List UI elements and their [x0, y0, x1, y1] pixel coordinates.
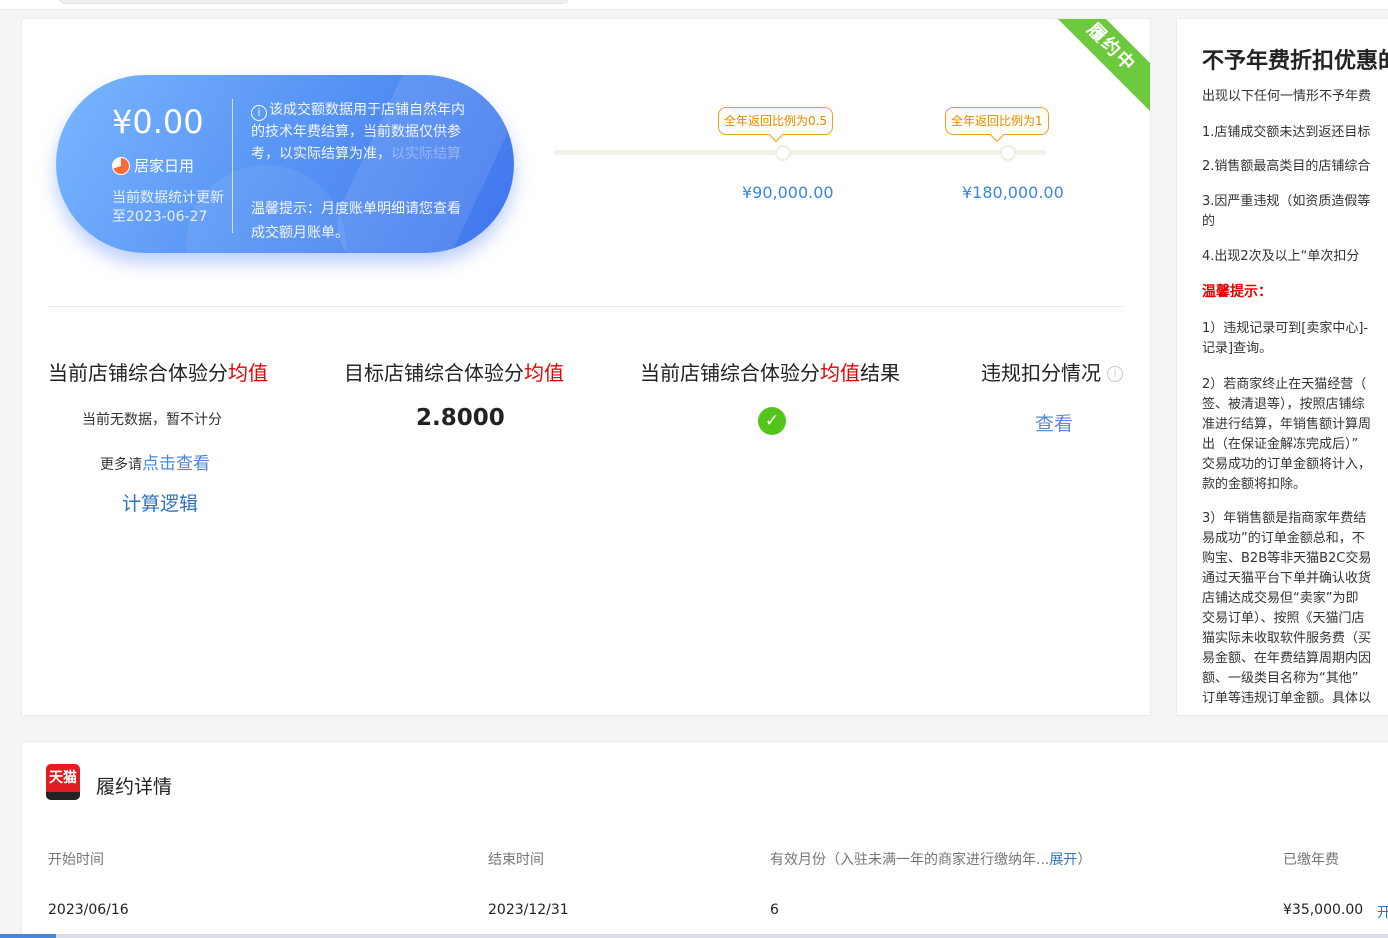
tip-line: 订单等违规订单金额。具体以: [1202, 691, 1372, 706]
rule-item: 4.出现2次及以上“单次扣分: [1202, 249, 1360, 264]
fulfillment-title: 履约详情: [96, 776, 173, 798]
tip-line: 出（在保证金解冻完成后）”: [1202, 437, 1359, 452]
horizontal-scrollbar[interactable]: [0, 934, 1388, 938]
score-result-title: 当前店铺综合体验分均值结果: [640, 357, 900, 386]
current-score-title-highlight: 均值: [228, 361, 268, 385]
tip-line: 签、被清退等），按照店铺综: [1202, 397, 1365, 412]
tip-line: 记录]查询。: [1202, 341, 1273, 356]
more-info: 更多请点击查看: [100, 449, 210, 474]
section-divider: [48, 306, 1124, 307]
violation-title-text: 违规扣分情况: [981, 361, 1101, 385]
discount-rules-panel: 不予年费折扣优惠的 出现以下任何一情形不予年费 1.店铺成交额未达到返还目标 2…: [1176, 18, 1388, 716]
milestone-tag-1: 全年返回比例为0.5: [718, 107, 834, 135]
expand-link[interactable]: 展开: [1049, 852, 1077, 868]
tip-line: 猫实际未收取软件服务费（买: [1202, 631, 1372, 646]
rule-item: 的: [1202, 214, 1216, 229]
milestone-value-2: ¥180,000.00: [962, 183, 1064, 202]
rule-item: 2.销售额最高类目的店铺综合: [1202, 159, 1371, 174]
info-note: i 该成交额数据用于店铺自然年内的技术年费结算，当前数据仅供参考，以实际结算为准，…: [251, 99, 473, 165]
capsule-divider: [232, 99, 233, 233]
info-icon: i: [251, 105, 267, 121]
cell-start-time: 2023/06/16: [48, 902, 129, 918]
tip-line: 额、一级类目名称为“其他”: [1202, 671, 1359, 686]
tmall-logo: 天猫: [46, 764, 80, 800]
tip-line: 3）年销售额是指商家年费结: [1202, 511, 1367, 526]
milestone-value-1: ¥90,000.00: [742, 183, 834, 202]
cell-paid-fee: ¥35,000.00: [1283, 902, 1364, 918]
annual-fee-card: 履约中 ¥0.00 居家日用 当前数据统计更新至2023-06-27 i 该成交额…: [21, 18, 1151, 716]
help-icon[interactable]: i: [1107, 366, 1123, 382]
tip-block-2: 2）若商家终止在天猫经营（ 签、被清退等），按照店铺综 准进行结算，年销售额计算…: [1202, 375, 1388, 495]
click-view-link[interactable]: 点击查看: [142, 454, 210, 474]
tip-line: 准进行结算，年销售额计算周: [1202, 417, 1372, 432]
fulfillment-details-card: 天猫 履约详情 开始时间 结束时间 有效月份（入驻未满一年的商家进行缴纳年...…: [21, 741, 1388, 938]
monthly-bill-tip: 温馨提示：月度账单明细请您查看成交额月账单。: [251, 201, 461, 241]
tip-line: 款的金额将扣除。: [1202, 477, 1307, 492]
violation-title: 违规扣分情况 i: [981, 357, 1123, 386]
target-score-title-highlight: 均值: [524, 361, 564, 385]
calc-logic-link[interactable]: 计算逻辑: [122, 489, 198, 516]
cell-valid-months: 6: [770, 902, 779, 918]
milestone-dot-1: [775, 145, 791, 161]
tip-line: 交易成功的订单金额将计入，: [1202, 457, 1372, 472]
rule-item: 1.店铺成交额未达到返还目标: [1202, 125, 1371, 140]
warm-tip-label: 温馨提示：: [1202, 284, 1272, 300]
pie-icon: [112, 156, 130, 175]
tip-line: 店铺达成交易但“卖家”为即: [1202, 591, 1359, 606]
category-label: 居家日用: [112, 155, 194, 176]
tip-line: 易成功”的订单金额总和，不: [1202, 531, 1365, 546]
tip-block-1: 1）违规记录可到[卖家中心]- 记录]查询。: [1202, 319, 1388, 359]
header-months-text: 有效月份（入驻未满一年的商家进行缴纳年...: [770, 852, 1050, 868]
target-score-title: 目标店铺综合体验分均值: [344, 357, 564, 386]
score-result-title-suffix: 结果: [860, 361, 900, 385]
tip-line: 购宝、B2B等非天猫B2C交易: [1202, 551, 1372, 566]
current-score-title: 当前店铺综合体验分均值: [48, 357, 268, 386]
turnover-capsule: ¥0.00 居家日用 当前数据统计更新至2023-06-27 i 该成交额数据用于…: [56, 75, 514, 253]
milestone-tag-2: 全年返回比例为1: [945, 107, 1049, 135]
tip-line: 1）违规记录可到[卖家中心]-: [1202, 321, 1369, 336]
tip-line: 交易订单）、按照《天猫门店: [1202, 611, 1365, 626]
target-score-value: 2.8000: [416, 405, 505, 431]
update-date: 当前数据统计更新至2023-06-27: [112, 190, 224, 225]
header-end-time: 结束时间: [488, 852, 544, 868]
progress-track: [554, 150, 1046, 155]
status-ribbon: 履约中: [1045, 19, 1150, 114]
rules-intro: 出现以下任何一情形不予年费: [1202, 89, 1372, 104]
tip-line: 易金额、在年费结算周期内因: [1202, 651, 1372, 666]
target-score-title-text: 目标店铺综合体验分: [344, 361, 524, 385]
search-pill[interactable]: [60, 0, 568, 4]
score-result-title-text: 当前店铺综合体验分: [640, 361, 820, 385]
cell-action-link[interactable]: 开: [1377, 902, 1388, 922]
rule-item: 3.因严重违规（如资质造假等: [1202, 194, 1371, 209]
cell-end-time: 2023/12/31: [488, 902, 569, 918]
score-result-title-highlight: 均值: [820, 361, 860, 385]
scrollbar-thumb[interactable]: [0, 934, 56, 938]
header-months-suffix: ）: [1077, 852, 1092, 868]
header-start-time: 开始时间: [48, 852, 104, 868]
rules-title: 不予年费折扣优惠的: [1202, 49, 1388, 74]
current-score-title-text: 当前店铺综合体验分: [48, 361, 228, 385]
check-icon: ✓: [758, 407, 786, 435]
header-paid-fee: 已缴年费: [1283, 852, 1339, 868]
tip-line: 通过天猫平台下单并确认收货: [1202, 571, 1372, 586]
no-data-text: 当前无数据，暂不计分: [82, 412, 222, 428]
top-bar: [0, 0, 1388, 10]
more-prefix: 更多请: [100, 457, 142, 473]
turnover-amount: ¥0.00: [112, 103, 204, 141]
tip-line: 2）若商家终止在天猫经营（: [1202, 377, 1367, 392]
info-text-faded: 以实际结算: [391, 146, 461, 162]
milestone-dot-2: [1000, 145, 1016, 161]
view-violations-link[interactable]: 查看: [1035, 409, 1073, 436]
category-text: 居家日用: [134, 157, 195, 175]
tip-block-3: 3）年销售额是指商家年费结 易成功”的订单金额总和，不 购宝、B2B等非天猫B2…: [1202, 509, 1388, 709]
header-valid-months: 有效月份（入驻未满一年的商家进行缴纳年...展开）: [770, 849, 1091, 869]
